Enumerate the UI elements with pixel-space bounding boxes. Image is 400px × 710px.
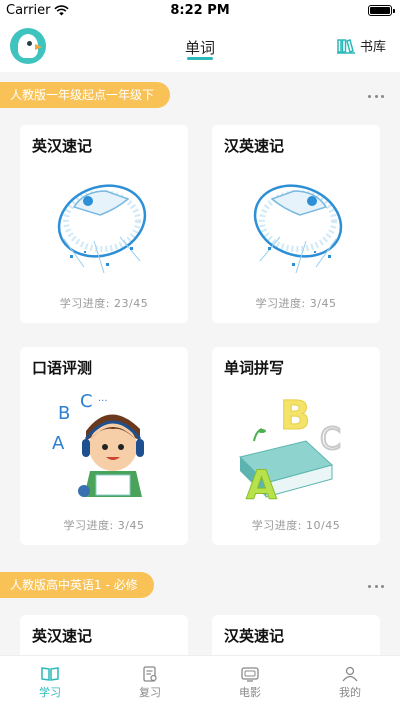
svg-text:A: A [52, 433, 65, 454]
card-oral-assessment[interactable]: 口语评测 B C A ... 学习进度: 3/45 [20, 347, 188, 545]
card-en-zh-quick-memo[interactable]: 英汉速记 学习进度: 23/45 [20, 125, 188, 323]
card-title: 汉英速记 [224, 137, 285, 155]
svg-text:C: C [80, 391, 93, 412]
card-title: 口语评测 [32, 359, 93, 377]
bookshelf-icon [336, 38, 355, 54]
card-progress: 学习进度: 3/45 [63, 519, 145, 532]
section-title-pill: 人教版一年级起点一年级下 [0, 82, 171, 108]
svg-text:A: A [246, 463, 277, 501]
tab-movies[interactable]: 电影 [200, 656, 300, 710]
card-title: 单词拼写 [224, 359, 285, 377]
tab-label: 我的 [339, 686, 361, 699]
card-zh-en-quick-memo[interactable]: 汉英速记 [212, 615, 380, 655]
section-more-button[interactable] [368, 93, 384, 99]
bottom-tab-bar: 学习 复习 电影 我的 [0, 655, 400, 710]
svg-text:B: B [58, 403, 70, 424]
header: 单词 书库 [0, 22, 400, 72]
person-icon [342, 666, 358, 682]
library-button[interactable]: 书库 [336, 36, 386, 55]
card-title: 英汉速记 [32, 627, 93, 645]
svg-text:B: B [280, 393, 311, 439]
svg-text:...: ... [98, 393, 108, 404]
tab-mine[interactable]: 我的 [300, 656, 400, 710]
tab-review[interactable]: 复习 [100, 656, 200, 710]
rocket-illustration-icon [57, 184, 147, 274]
tab-label: 电影 [239, 686, 261, 699]
card-progress: 学习进度: 23/45 [59, 297, 149, 310]
tv-icon [241, 667, 259, 682]
svg-text:C: C [320, 422, 341, 457]
card-word-spelling[interactable]: 单词拼写 B C A 学习进度: 10/45 [212, 347, 380, 545]
tab-study[interactable]: 学习 [0, 656, 100, 710]
boy-headphones-illustration-icon: B C A ... [52, 391, 144, 497]
card-progress: 学习进度: 10/45 [251, 519, 341, 532]
card-en-zh-quick-memo[interactable]: 英汉速记 [20, 615, 188, 655]
card-title: 汉英速记 [224, 627, 285, 645]
card-title: 英汉速记 [32, 137, 93, 155]
section-more-button[interactable] [368, 583, 384, 589]
abc-book-illustration-icon: B C A [239, 393, 342, 501]
card-zh-en-quick-memo[interactable]: 汉英速记 学习进度: 3/45 [212, 125, 380, 323]
library-label: 书库 [359, 40, 386, 55]
battery-icon [368, 5, 395, 16]
book-icon [41, 667, 59, 681]
section-title-pill: 人教版高中英语1 - 必修 [0, 572, 154, 598]
status-time: 8:22 PM [170, 3, 230, 18]
notes-icon [143, 666, 157, 682]
tab-active-indicator [187, 57, 213, 60]
tab-label: 复习 [139, 686, 161, 699]
tab-label: 学习 [39, 686, 61, 699]
rocket-illustration-icon [253, 184, 343, 274]
card-progress: 学习进度: 3/45 [255, 297, 337, 310]
status-bar: Carrier 8:22 PM [0, 0, 400, 22]
